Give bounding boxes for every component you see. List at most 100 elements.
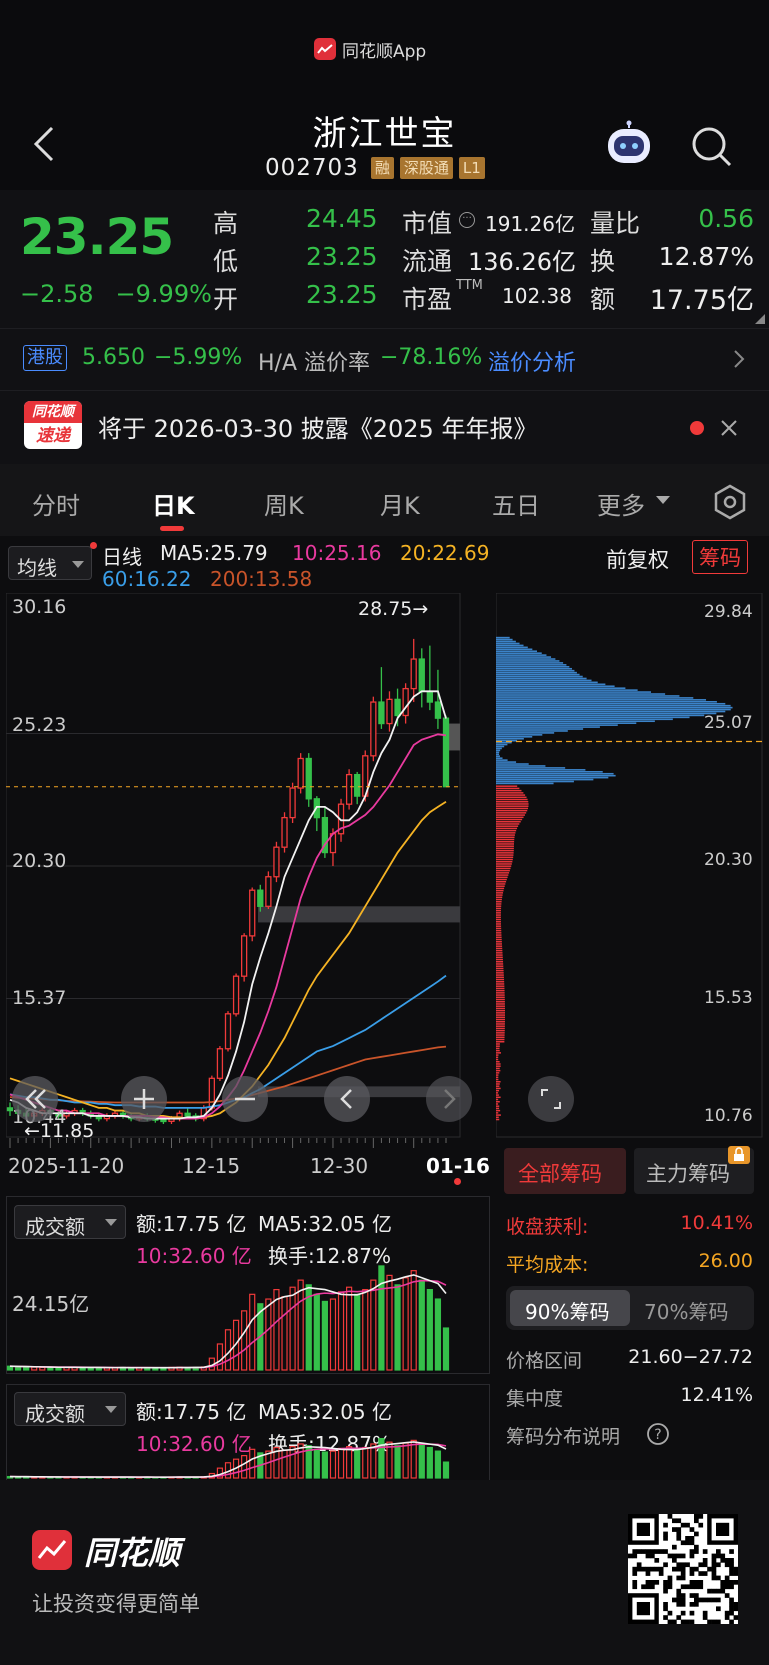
close-icon[interactable] <box>720 419 738 437</box>
qr-module <box>641 1584 646 1589</box>
hk-share-row[interactable]: 港股 5.650 −5.99% H/A 溢价率 −78.16% 溢价分析 <box>0 328 769 390</box>
segment-70[interactable]: 70%筹码 <box>644 1296 728 1325</box>
chip-bar-loss <box>496 899 502 901</box>
segment-90-label: 90%筹码 <box>525 1296 609 1325</box>
adjust-mode[interactable]: 前复权 <box>606 544 669 574</box>
chip-desc-link[interactable]: 筹码分布说明 <box>506 1422 620 1449</box>
chip-bar-loss <box>496 830 516 832</box>
chip-bar-profit <box>496 687 625 689</box>
volume-bar <box>282 1450 287 1478</box>
volume-bar <box>322 1301 327 1370</box>
qr-module <box>729 1602 734 1607</box>
qr-module <box>694 1549 699 1554</box>
y-tick-4: 15.37 <box>12 987 66 1009</box>
chip-bar-loss <box>496 877 508 879</box>
qr-module <box>690 1584 695 1589</box>
chip-bar-profit <box>496 643 520 645</box>
chip-bar-loss <box>496 879 507 881</box>
chip-bar-profit <box>496 746 504 748</box>
chip-bar-loss <box>496 857 513 859</box>
active-tab-indicator <box>160 526 184 531</box>
premium-analysis-link[interactable]: 溢价分析 <box>488 345 576 377</box>
qr-module <box>663 1562 668 1567</box>
qr-module <box>725 1615 730 1620</box>
chip-bar-profit <box>496 697 693 699</box>
qr-module <box>694 1593 699 1598</box>
qr-module <box>681 1540 686 1545</box>
qr-module <box>712 1558 717 1563</box>
qr-module <box>641 1567 646 1572</box>
chip-bar-loss <box>496 868 511 870</box>
chip-bar-loss <box>496 1119 499 1121</box>
chip-bar-profit <box>496 763 529 765</box>
volume-amount: 额:17.75 亿 <box>136 1208 246 1237</box>
qr-module <box>716 1576 721 1581</box>
settings-hex-icon[interactable] <box>712 484 748 520</box>
chip-bar-loss <box>496 1021 505 1023</box>
qr-module <box>690 1593 695 1598</box>
qr-module <box>716 1606 721 1611</box>
qr-module <box>725 1611 730 1616</box>
chip-bar-loss <box>496 814 525 816</box>
chip-bar-profit <box>496 750 500 752</box>
mcap-value: 191.26亿 <box>485 208 575 237</box>
qr-module <box>654 1558 659 1563</box>
chip-bar-loss <box>496 1017 505 1019</box>
volume-bar <box>225 1330 230 1370</box>
scroll-left-button[interactable] <box>324 1076 370 1122</box>
robot-assistant-icon[interactable] <box>604 120 654 168</box>
chip-bar-loss <box>496 828 517 830</box>
qr-module <box>681 1598 686 1603</box>
qr-module <box>681 1584 686 1589</box>
main-chips-tab[interactable]: 主力筹码 <box>634 1148 754 1194</box>
chip-bar-profit <box>496 771 603 773</box>
chip-bar-loss <box>496 1063 501 1065</box>
search-icon[interactable] <box>690 125 734 169</box>
chip-bar-loss <box>496 1072 499 1074</box>
candlestick-chart[interactable] <box>6 593 490 1139</box>
chip-bar-loss <box>496 937 502 939</box>
chip-bar-loss <box>496 1025 505 1027</box>
chips-toggle-button[interactable]: 筹码 <box>692 540 748 574</box>
qr-module <box>646 1549 651 1554</box>
qr-module <box>650 1549 655 1554</box>
chip-bar-loss <box>496 1117 499 1119</box>
expand-corner-icon[interactable] <box>755 314 765 324</box>
qr-module <box>703 1562 708 1567</box>
footer-banner: 同花顺 让投资变得更简单 <box>0 1480 769 1665</box>
qr-module <box>729 1611 734 1616</box>
indicator-selector[interactable]: 成交额 <box>14 1205 126 1239</box>
scroll-start-button[interactable] <box>12 1076 58 1122</box>
ma10-line <box>10 734 446 1118</box>
ma-selector-button[interactable]: 均线 <box>8 546 92 580</box>
notice-banner[interactable]: 同花顺 速递 将于 2026-03-30 披露《2025 年年报》 <box>0 390 769 464</box>
tab-daily-k[interactable]: 日K <box>152 486 195 521</box>
volume-bar <box>347 1447 352 1478</box>
volume-bar <box>330 1451 335 1478</box>
tab-five-day[interactable]: 五日 <box>492 486 540 521</box>
tab-weekly-k[interactable]: 周K <box>264 486 304 521</box>
volume-bars <box>6 1240 490 1372</box>
float-label: 流通 <box>402 242 452 278</box>
zoom-in-button[interactable] <box>121 1076 167 1122</box>
chip-bar-loss <box>496 1065 501 1067</box>
chip-bar-profit <box>496 775 616 777</box>
qr-module <box>681 1571 686 1576</box>
segment-90[interactable]: 90%筹码 <box>510 1290 630 1326</box>
qr-module <box>712 1576 717 1581</box>
high-value: 24.45 <box>306 204 378 233</box>
qr-module <box>637 1562 642 1567</box>
scroll-right-button[interactable] <box>426 1076 472 1122</box>
tab-intraday[interactable]: 分时 <box>32 486 80 521</box>
all-chips-tab[interactable]: 全部筹码 <box>504 1148 626 1194</box>
help-icon[interactable]: ? <box>646 1422 670 1446</box>
zoom-out-button[interactable] <box>222 1076 268 1122</box>
tab-more[interactable]: 更多 <box>597 486 645 521</box>
tab-monthly-k[interactable]: 月K <box>380 486 420 521</box>
qr-module <box>694 1584 699 1589</box>
more-info-icon[interactable]: ··· <box>459 212 475 228</box>
chip-bar-loss <box>496 934 501 936</box>
qr-module <box>725 1593 730 1598</box>
indicator-selector-secondary[interactable]: 成交额 <box>14 1392 126 1426</box>
chip-bar-loss <box>496 932 501 934</box>
